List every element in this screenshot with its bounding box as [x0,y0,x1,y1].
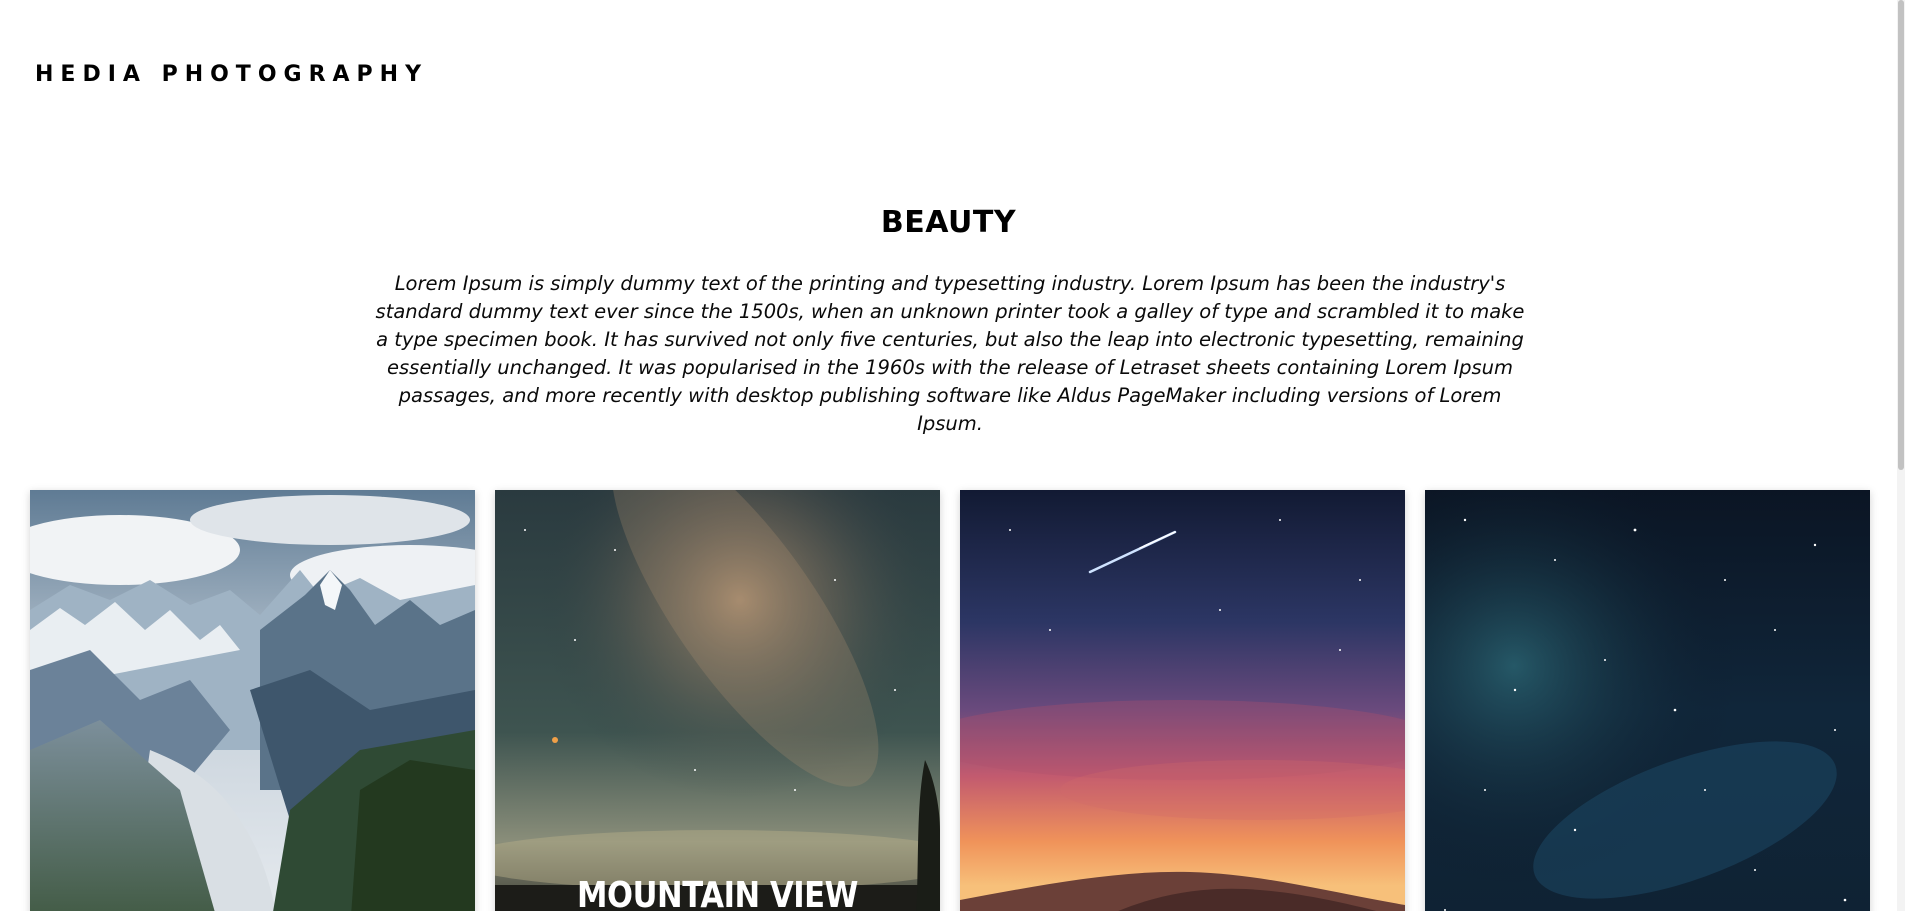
desert-sunset-photo [960,490,1405,911]
vertical-scrollbar[interactable] [1897,0,1905,911]
card-caption-mountain-view: MOUNTAIN VIEW [577,875,858,911]
gallery-card-starry-night[interactable] [1425,490,1870,911]
scrollbar-thumb[interactable] [1898,0,1904,470]
gallery-card-mountain-view[interactable]: MOUNTAIN VIEW [495,490,940,911]
milky-way-photo [495,490,940,911]
page: HEDIA PHOTOGRAPHY BEAUTY Lorem Ipsum is … [0,0,1905,911]
gallery-card-desert-sunset[interactable] [960,490,1405,911]
section-description: Lorem Ipsum is simply dummy text of the … [375,272,1525,435]
starry-night-photo [1425,490,1870,911]
site-logo-text[interactable]: HEDIA PHOTOGRAPHY [35,62,428,87]
section-title: BEAUTY [880,205,1017,240]
mountain-photo [30,490,475,911]
gallery-card-mountains[interactable] [30,490,475,911]
photo-gallery: MOUNTAIN VIEW [30,490,1870,911]
